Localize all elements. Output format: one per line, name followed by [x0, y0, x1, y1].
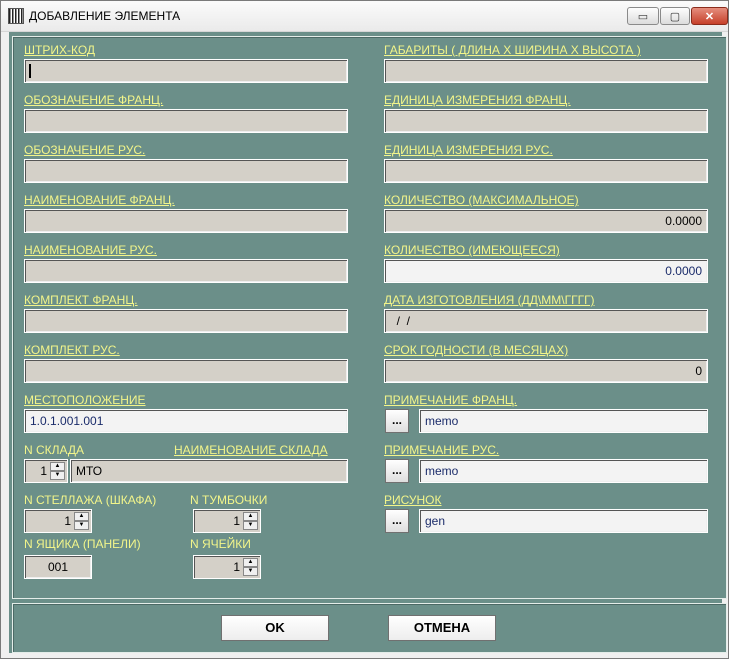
designation-ru-label: ОБОЗНАЧЕНИЕ РУС.: [24, 143, 146, 157]
app-icon: [8, 8, 24, 24]
dimensions-label: ГАБАРИТЫ ( ДЛИНА Х ШИРИНА Х ВЫСОТА ): [384, 43, 641, 57]
warehouse-no-spinner[interactable]: 1 ▲ ▼: [24, 459, 68, 483]
name-ru-label: НАИМЕНОВАНИЕ РУС.: [24, 243, 157, 257]
name-ru-input[interactable]: [24, 259, 348, 283]
barcode-input[interactable]: [24, 59, 348, 83]
designation-ru-input[interactable]: [24, 159, 348, 183]
note-fr-label: ПРИМЕЧАНИЕ ФРАНЦ.: [384, 393, 518, 407]
designation-fr-label: ОБОЗНАЧЕНИЕ ФРАНЦ.: [24, 93, 164, 107]
note-fr-memo[interactable]: memo: [419, 409, 708, 433]
note-ru-label: ПРИМЕЧАНИЕ РУС.: [384, 443, 500, 457]
cell-no-label: N ЯЧЕЙКИ: [190, 537, 251, 551]
cabinet-no-label: N ТУМБОЧКИ: [190, 493, 268, 507]
note-ru-browse-button[interactable]: ...: [385, 459, 409, 483]
button-bar: OK ОТМЕНА: [12, 603, 727, 653]
window-title: ДОБАВЛЕНИЕ ЭЛЕМЕНТА: [29, 9, 181, 23]
picture-browse-button[interactable]: ...: [385, 509, 409, 533]
shelf-life-input[interactable]: 0: [384, 359, 708, 383]
unit-fr-label: ЕДИНИЦА ИЗМЕРЕНИЯ ФРАНЦ.: [384, 93, 571, 107]
picture-field[interactable]: gen: [419, 509, 708, 533]
location-input[interactable]: 1.0.1.001.001: [24, 409, 348, 433]
spin-down-icon[interactable]: ▼: [50, 471, 65, 480]
unit-fr-input[interactable]: [384, 109, 708, 133]
spin-up-icon[interactable]: ▲: [74, 512, 89, 521]
cancel-button[interactable]: ОТМЕНА: [388, 615, 496, 641]
qty-max-input[interactable]: 0.0000: [384, 209, 708, 233]
form-panel: ШТРИХ-КОД ОБОЗНАЧЕНИЕ ФРАНЦ. ОБОЗНАЧЕНИЕ…: [12, 36, 727, 599]
note-fr-browse-button[interactable]: ...: [385, 409, 409, 433]
dialog-window: ДОБАВЛЕНИЕ ЭЛЕМЕНТА ▭ ▢ ✕ ШТРИХ-КОД ОБОЗ…: [0, 0, 729, 659]
spin-up-icon[interactable]: ▲: [243, 558, 258, 567]
designation-fr-input[interactable]: [24, 109, 348, 133]
name-fr-input[interactable]: [24, 209, 348, 233]
cell-no-spinner[interactable]: 1 ▲ ▼: [193, 555, 261, 579]
dimensions-input[interactable]: [384, 59, 708, 83]
spin-up-icon[interactable]: ▲: [243, 512, 258, 521]
dialog-client-area: ШТРИХ-КОД ОБОЗНАЧЕНИЕ ФРАНЦ. ОБОЗНАЧЕНИЕ…: [9, 32, 727, 653]
cabinet-no-spinner[interactable]: 1 ▲ ▼: [193, 509, 261, 533]
spin-down-icon[interactable]: ▼: [74, 521, 89, 530]
note-ru-memo[interactable]: memo: [419, 459, 708, 483]
close-button[interactable]: ✕: [691, 7, 728, 25]
spin-down-icon[interactable]: ▼: [243, 521, 258, 530]
qty-max-label: КОЛИЧЕСТВО (МАКСИМАЛЬНОЕ): [384, 193, 579, 207]
manufacture-date-label: ДАТА ИЗГОТОВЛЕНИЯ (ДД\ММ\ГГГГ): [384, 293, 595, 307]
warehouse-name-label: НАИМЕНОВАНИЕ СКЛАДА: [174, 443, 328, 457]
name-fr-label: НАИМЕНОВАНИЕ ФРАНЦ.: [24, 193, 175, 207]
title-bar: ДОБАВЛЕНИЕ ЭЛЕМЕНТА ▭ ▢ ✕: [1, 1, 728, 32]
kit-fr-label: КОМПЛЕКТ ФРАНЦ.: [24, 293, 138, 307]
picture-label: РИСУНОК: [384, 493, 442, 507]
rack-no-spinner[interactable]: 1 ▲ ▼: [24, 509, 92, 533]
kit-fr-input[interactable]: [24, 309, 348, 333]
kit-ru-label: КОМПЛЕКТ РУС.: [24, 343, 120, 357]
qty-available-label: КОЛИЧЕСТВО (ИМЕЮЩЕЕСЯ): [384, 243, 560, 257]
drawer-no-label: N ЯЩИКА (ПАНЕЛИ): [24, 537, 141, 551]
barcode-label: ШТРИХ-КОД: [24, 43, 96, 57]
minimize-button[interactable]: ▭: [627, 7, 659, 25]
shelf-life-label: СРОК ГОДНОСТИ (В МЕСЯЦАХ): [384, 343, 569, 357]
drawer-no-input[interactable]: 001: [24, 555, 92, 579]
warehouse-no-label: N СКЛАДА: [24, 443, 85, 457]
ok-button[interactable]: OK: [221, 615, 329, 641]
location-label: МЕСТОПОЛОЖЕНИЕ: [24, 393, 146, 407]
warehouse-name-input[interactable]: МТО: [70, 459, 348, 483]
qty-available-input[interactable]: 0.0000: [384, 259, 708, 283]
unit-ru-label: ЕДИНИЦА ИЗМЕРЕНИЯ РУС.: [384, 143, 553, 157]
maximize-button[interactable]: ▢: [660, 7, 690, 25]
kit-ru-input[interactable]: [24, 359, 348, 383]
text-caret: [29, 64, 31, 78]
unit-ru-input[interactable]: [384, 159, 708, 183]
spin-up-icon[interactable]: ▲: [50, 462, 65, 471]
manufacture-date-input[interactable]: / /: [384, 309, 708, 333]
spin-down-icon[interactable]: ▼: [243, 567, 258, 576]
rack-no-label: N СТЕЛЛАЖА (ШКАФА): [24, 493, 157, 507]
